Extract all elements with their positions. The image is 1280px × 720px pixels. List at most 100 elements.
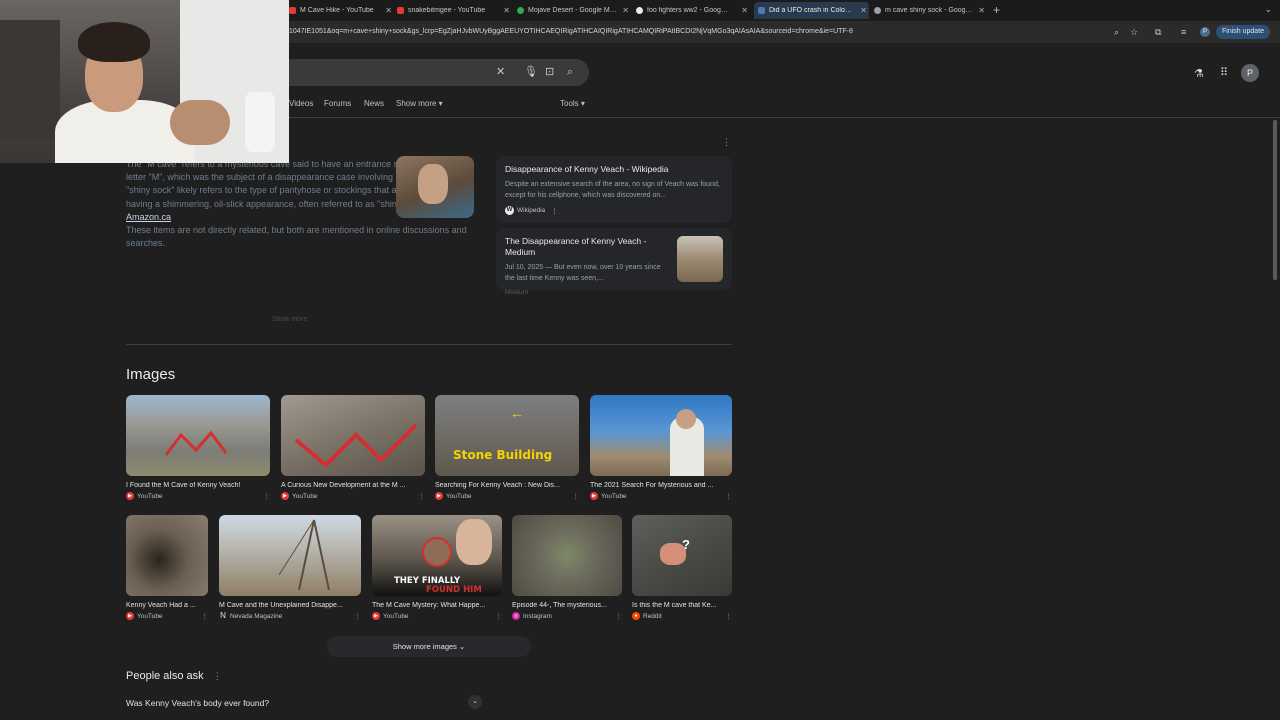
clear-icon[interactable]: ✕ [496, 66, 505, 78]
more-options-icon[interactable]: ⋮ [726, 492, 733, 500]
image-result[interactable]: The 2021 Search For Mysterious and ... ▶… [590, 395, 732, 500]
close-icon[interactable]: ✕ [978, 6, 985, 15]
browser-tab-active[interactable]: Did a UFO crash in Colombia? ✕ [754, 2, 869, 19]
more-options-icon[interactable]: ⋮ [726, 612, 733, 620]
scrollbar[interactable] [1273, 120, 1277, 280]
close-icon[interactable]: ✕ [741, 6, 748, 15]
image-caption[interactable]: Is this the M cave that Ke... [632, 602, 732, 609]
image-result[interactable]: THEY FINALLY FOUND HIM The M Cave Myster… [372, 515, 502, 620]
source-card[interactable]: Disappearance of Kenny Veach - Wikipedia… [496, 156, 732, 223]
close-icon[interactable]: ✕ [860, 6, 867, 15]
image-result[interactable]: M Cave and the Unexplained Disappe... NN… [219, 515, 361, 620]
overview-image[interactable] [396, 156, 474, 218]
more-options-icon[interactable]: ⋮ [496, 612, 503, 620]
more-options-icon[interactable]: ⋮ [722, 137, 731, 148]
tab-search-icon[interactable]: ⌄ [1264, 4, 1272, 15]
browser-tab[interactable]: m cave shiny sock - Google Search ✕ [874, 2, 987, 19]
browser-tab[interactable]: Mojave Desert - Google Maps ✕ [517, 2, 631, 19]
image-thumbnail[interactable] [590, 395, 732, 476]
image-caption[interactable]: I Found the M Cave of Kenny Veach! [126, 482, 270, 489]
image-thumbnail[interactable] [126, 515, 208, 596]
tab-news[interactable]: News [364, 99, 384, 108]
image-source: ▶ YouTube ⋮ [372, 612, 502, 620]
search-input[interactable]: ✕ 🎙 ⊡ ⌕ [289, 59, 589, 86]
image-source: ● Reddit ⋮ [632, 612, 732, 620]
image-caption[interactable]: Kenny Veach Had a ... [126, 602, 208, 609]
image-source-name: YouTube [446, 492, 472, 500]
extensions-icon[interactable]: ⧉ [1155, 26, 1161, 38]
microphone-icon[interactable]: 🎙 [524, 66, 538, 78]
image-source: ▶ YouTube ⋮ [126, 492, 270, 500]
image-thumbnail[interactable] [219, 515, 361, 596]
google-account-avatar[interactable]: P [1241, 64, 1259, 82]
image-result[interactable]: I Found the M Cave of Kenny Veach! ▶ YouT… [126, 395, 270, 500]
image-result[interactable]: Kenny Veach Had a ... ▶ YouTube ⋮ [126, 515, 208, 620]
browser-tab[interactable]: foo fighters ww2 - Google Search ✕ [636, 2, 750, 19]
image-source-name: Instagram [523, 612, 552, 620]
new-tab-button[interactable]: + [993, 3, 1000, 17]
more-options-icon[interactable]: ⋮ [551, 207, 558, 215]
image-caption[interactable]: M Cave and the Unexplained Disappe... [219, 602, 361, 609]
search-icon[interactable]: ⌕ [567, 66, 573, 78]
more-options-icon[interactable]: ⋮ [573, 492, 580, 500]
image-caption[interactable]: The M Cave Mystery: What Happe... [372, 602, 502, 609]
more-options-icon[interactable]: ⋮ [355, 612, 362, 620]
source-site: Medium [505, 289, 529, 296]
paa-title-text: People also ask [126, 670, 204, 682]
source-snippet: Despite an extensive search of the area,… [505, 181, 720, 199]
close-icon[interactable]: ✕ [622, 6, 629, 15]
image-result[interactable]: Episode 44-, The mysterious... ◎ Instagra… [512, 515, 622, 620]
image-thumbnail[interactable] [512, 515, 622, 596]
source-panel: Disappearance of Kenny Veach - Wikipedia… [496, 156, 732, 296]
thumbnail-overlay-text: Stone Building [453, 448, 553, 462]
source-thumbnail[interactable] [677, 236, 723, 282]
image-thumbnail[interactable]: THEY FINALLY FOUND HIM [372, 515, 502, 596]
browser-tab[interactable]: M Cave Hike - YouTube ✕ [289, 2, 394, 19]
image-result[interactable]: Stone Building ← Searching For Kenny Vea… [435, 395, 579, 500]
media-icon[interactable]: ≡ [1181, 26, 1186, 38]
image-thumbnail[interactable]: Stone Building ← [435, 395, 579, 476]
face-shape [456, 519, 492, 565]
profile-avatar[interactable]: P [1200, 27, 1210, 37]
show-more-images-button[interactable]: Show more images ⌄ [327, 636, 531, 657]
tab-videos[interactable]: Videos [289, 99, 313, 108]
instagram-icon: ◎ [512, 612, 520, 620]
image-result[interactable]: A Curious New Development at the M ... ▶… [281, 395, 425, 500]
image-result[interactable]: ? Is this the M cave that Ke... ● Reddit ⋮ [632, 515, 732, 620]
webcam-overlay [0, 0, 289, 163]
tab-forums[interactable]: Forums [324, 99, 351, 108]
image-caption[interactable]: Searching For Kenny Veach : New Dis... [435, 482, 579, 489]
paa-question[interactable]: Was Kenny Veach's body ever found? [126, 698, 484, 708]
image-caption[interactable]: Episode 44-, The mysterious... [512, 602, 622, 609]
close-icon[interactable]: ✕ [503, 6, 510, 15]
more-options-icon[interactable]: ⋮ [616, 612, 623, 620]
more-options-icon[interactable]: ⋮ [264, 492, 271, 500]
image-thumbnail[interactable] [281, 395, 425, 476]
labs-flask-icon[interactable]: ⚗ [1194, 67, 1204, 80]
image-caption[interactable]: A Curious New Development at the M ... [281, 482, 425, 489]
show-more-tabs[interactable]: Show more ▾ [396, 99, 443, 108]
more-options-icon[interactable]: ⋮ [213, 671, 222, 681]
close-icon[interactable]: ✕ [385, 6, 392, 15]
thumbnail-overlay-text: FOUND HIM [426, 585, 482, 595]
show-more-overview[interactable]: Show more [272, 316, 307, 323]
browser-tab[interactable]: snakebitmgee - YouTube ✕ [397, 2, 512, 19]
tools-button[interactable]: Tools ▾ [560, 99, 585, 108]
youtube-icon: ▶ [372, 612, 380, 620]
apps-grid-icon[interactable]: ⠿ [1220, 66, 1228, 79]
finish-update-button[interactable]: Finish update [1216, 25, 1271, 39]
chevron-down-icon[interactable]: ⌄ [468, 695, 482, 709]
image-thumbnail[interactable] [126, 395, 270, 476]
more-options-icon[interactable]: ⋮ [202, 612, 209, 620]
microphone-shape [0, 20, 60, 140]
more-options-icon[interactable]: ⋮ [419, 492, 426, 500]
source-title[interactable]: The Disappearance of Kenny Veach - Mediu… [505, 236, 668, 258]
image-caption[interactable]: The 2021 Search For Mysterious and ... [590, 482, 732, 489]
address-bar[interactable]: 1047IE1051&oq=m+cave+shiny+sock&gs_lcrp=… [289, 24, 1109, 40]
bottle-shape [245, 92, 275, 152]
bookmark-star-icon[interactable]: ☆ [1130, 26, 1138, 38]
zoom-icon[interactable]: ⌕ [1114, 26, 1119, 38]
source-title[interactable]: Disappearance of Kenny Veach - Wikipedia [505, 164, 723, 175]
lens-icon[interactable]: ⊡ [545, 66, 554, 78]
image-thumbnail[interactable]: ? [632, 515, 732, 596]
